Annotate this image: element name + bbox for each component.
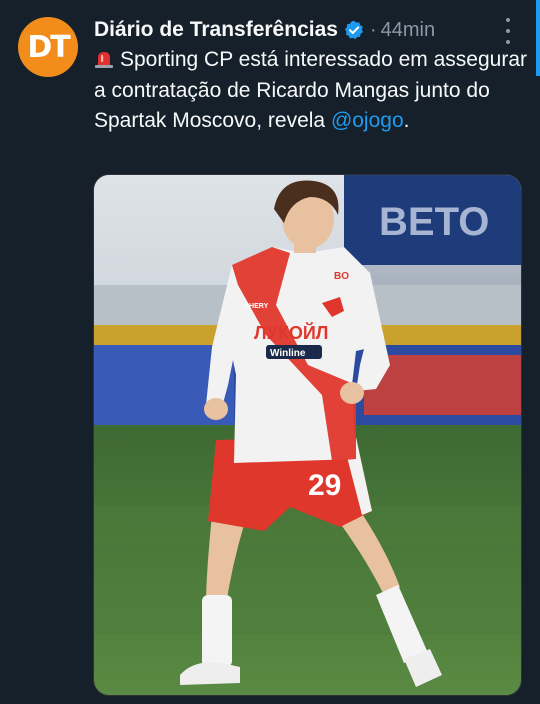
tweet-header: Diário de Transferências · 44min xyxy=(94,15,500,45)
tweet-text: Sporting CP está interessado em assegura… xyxy=(94,45,534,137)
tweet-photo[interactable]: BETO 29 ЛУКОЙЛ Winline CHERY BO xyxy=(93,174,522,696)
sleeve-text: BO xyxy=(334,271,349,282)
player-photo: BETO 29 ЛУКОЙЛ Winline CHERY BO xyxy=(94,175,521,695)
separator-dot: · xyxy=(369,18,377,41)
mention-link[interactable]: @ojogo xyxy=(331,109,404,132)
author-avatar[interactable]: DT xyxy=(18,17,78,77)
secondary-sponsor: Winline xyxy=(270,348,306,359)
shirt-sponsor: ЛУКОЙЛ xyxy=(254,322,328,343)
author-name[interactable]: Diário de Transferências xyxy=(94,18,338,42)
tweet-body-text: Sporting CP está interessado em assegura… xyxy=(94,48,527,132)
more-options-icon[interactable] xyxy=(498,18,518,44)
collar-brand: CHERY xyxy=(244,303,269,310)
avatar-initials: DT xyxy=(27,29,70,65)
tweet-text-end: . xyxy=(403,109,410,132)
board-text: BETO xyxy=(379,200,489,244)
verified-badge-icon xyxy=(344,20,364,40)
shirt-number: 29 xyxy=(308,469,341,502)
tweet-time[interactable]: 44min xyxy=(381,19,435,42)
scroll-indicator xyxy=(536,0,540,76)
siren-icon xyxy=(94,48,114,68)
